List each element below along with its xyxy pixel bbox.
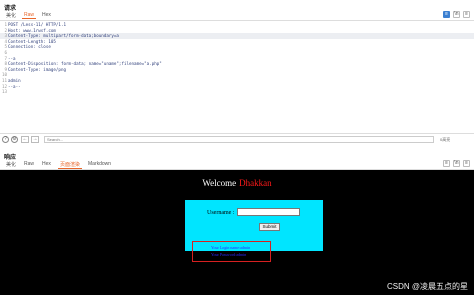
request-tab-hex[interactable]: Hex [40, 12, 53, 18]
settings-icon[interactable]: ⚙ [11, 136, 18, 143]
code-line[interactable]: 13 [0, 89, 474, 95]
search-bar: ? ⚙ ← → 0高亮 [0, 133, 474, 144]
request-tab-pretty[interactable]: 美化 [4, 12, 18, 19]
submit-button[interactable]: Submit [259, 223, 280, 231]
response-tab-pretty[interactable]: 美化 [4, 161, 18, 168]
newline-icon[interactable]: \n [453, 160, 460, 167]
search-input[interactable] [44, 136, 434, 143]
response-tab-render[interactable]: 页面渲染 [58, 161, 83, 169]
login-name-text: Your Login name:admin [211, 245, 251, 250]
request-toolbar: ≡ \n ≡ [443, 11, 470, 18]
back-arrow-icon[interactable]: ← [21, 136, 29, 143]
welcome-text: Welcome [202, 178, 237, 188]
forward-arrow-icon[interactable]: → [31, 136, 39, 143]
welcome-name: Dhakkan [239, 178, 272, 188]
password-text: Your Password:admin [211, 252, 247, 257]
username-label: Username : [207, 210, 235, 216]
username-input[interactable] [237, 208, 300, 216]
response-tab-markdown[interactable]: Markdown [86, 161, 113, 167]
request-tabs: 美化 Raw Hex ≡ \n ≡ [0, 11, 474, 20]
rendered-page: Welcome Dhakkan Username : Submit Your Lo… [0, 170, 474, 295]
response-tab-raw[interactable]: Raw [22, 161, 36, 167]
match-count: 0高亮 [440, 137, 451, 142]
login-result-box: Your Login name:admin Your Password:admi… [192, 241, 271, 262]
response-toolbar: ≡ \n ≡ [443, 160, 470, 167]
layout-split-icon[interactable]: ≡ [443, 11, 450, 18]
newline-icon[interactable]: \n [453, 11, 460, 18]
response-tab-hex[interactable]: Hex [40, 161, 53, 167]
line-number: 13 [1, 89, 7, 95]
response-tabs: 美化 Raw Hex 页面渲染 Markdown ≡ \n ≡ [0, 160, 474, 169]
request-tab-raw[interactable]: Raw [22, 12, 37, 19]
menu-icon[interactable]: ≡ [463, 11, 470, 18]
menu-icon[interactable]: ≡ [463, 160, 470, 167]
welcome-heading: Welcome Dhakkan [0, 178, 474, 188]
help-icon[interactable]: ? [2, 136, 9, 143]
request-editor[interactable]: 1 POST /Less-11/ HTTP/1.1 2 Host: www.1rwsf… [0, 21, 474, 129]
layout-split-icon[interactable]: ≡ [443, 160, 450, 167]
watermark: CSDN @凌晨五点的星 [386, 282, 468, 291]
